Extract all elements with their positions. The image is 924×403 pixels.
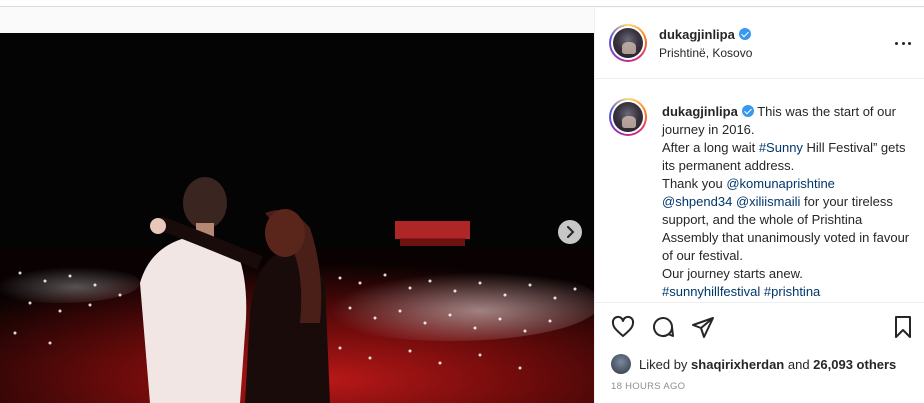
liker-username[interactable]: shaqirixherdan (691, 357, 784, 372)
caption-line: Our journey starts anew. (662, 266, 803, 281)
like-button[interactable] (611, 315, 637, 341)
caption-line: After a long wait (662, 140, 759, 155)
save-button[interactable] (891, 315, 917, 341)
top-nav-bar (0, 0, 924, 7)
share-button[interactable] (691, 315, 717, 341)
likes-count[interactable]: 26,093 others (813, 357, 896, 372)
concert-photo (0, 33, 594, 403)
comment-icon (653, 317, 674, 337)
caption-avatar[interactable] (609, 98, 647, 136)
post-timestamp[interactable]: 18 HOURS AGO (611, 381, 685, 392)
location-link[interactable]: Prishtinë, Kosovo (659, 46, 752, 60)
chevron-right-icon (567, 226, 575, 238)
caption-username[interactable]: dukagjinlipa (662, 104, 738, 119)
heart-icon (611, 315, 635, 337)
post-actions: Liked by shaqirixherdan and 26,093 other… (595, 302, 924, 403)
post-photo[interactable] (0, 33, 594, 403)
caption-line: Thank you (662, 176, 727, 191)
more-options-icon (895, 41, 898, 45)
dot (908, 41, 911, 45)
dot (901, 41, 905, 45)
bookmark-icon (895, 316, 911, 338)
hashtag-link[interactable]: #prishtina (764, 284, 820, 299)
mention-link[interactable]: @xiliismaili (736, 194, 800, 209)
verified-badge-icon (741, 105, 754, 117)
more-options-button[interactable] (895, 35, 911, 51)
caption-text: dukagjinlipa This was the start of our j… (662, 103, 912, 301)
username-text[interactable]: dukagjinlipa (659, 27, 735, 42)
comment-button[interactable] (651, 315, 677, 341)
likes-summary: Liked by shaqirixherdan and 26,093 other… (611, 354, 896, 374)
likes-prefix: Liked by (639, 356, 688, 372)
avatar[interactable] (609, 24, 647, 62)
paper-plane-icon (692, 317, 714, 338)
hashtag-link[interactable]: #Sunny (759, 140, 803, 155)
verified-badge-icon (738, 28, 751, 40)
post-side-panel: dukagjinlipa Prishtinë, Kosovo dukagjinl… (594, 8, 924, 403)
mention-link[interactable]: @shpend34 (662, 194, 732, 209)
likes-middle: and (784, 356, 814, 372)
post-header: dukagjinlipa Prishtinë, Kosovo (595, 8, 924, 79)
hashtag-link[interactable]: #sunnyhillfestival (662, 284, 760, 299)
caption-comment: dukagjinlipa This was the start of our j… (595, 80, 924, 302)
liker-avatar[interactable] (611, 354, 631, 374)
username-link[interactable]: dukagjinlipa (659, 27, 751, 42)
next-photo-button[interactable] (558, 220, 582, 244)
mention-link[interactable]: @komunaprishtine (726, 176, 835, 191)
